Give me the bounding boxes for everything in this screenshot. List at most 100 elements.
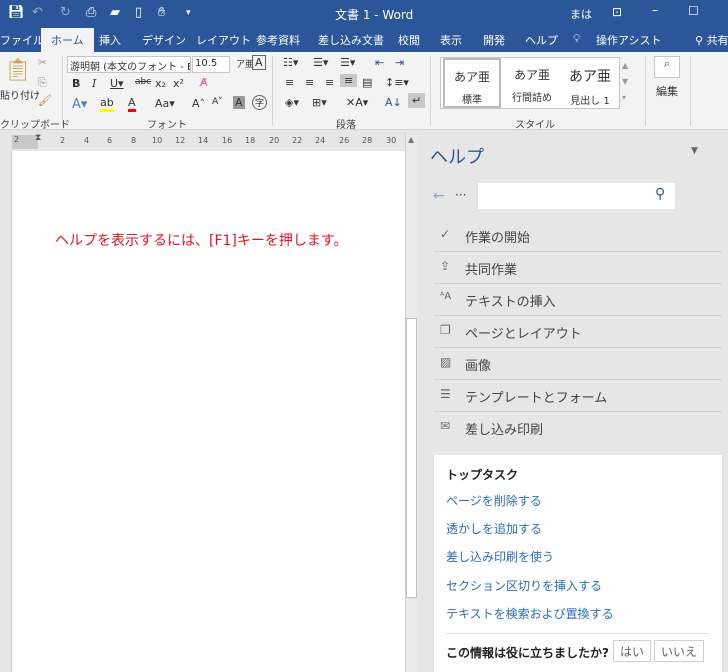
search-icon[interactable]: ⚲ bbox=[655, 186, 665, 202]
task-link[interactable]: テキストを検索および置換する bbox=[446, 605, 614, 622]
styles-scroll[interactable]: ▲ ▼ ▾ bbox=[622, 58, 628, 106]
help-search-input[interactable] bbox=[478, 183, 675, 209]
bullets-icon[interactable]: ☷▾ bbox=[283, 56, 298, 69]
paste-icon[interactable]: 📋︎ bbox=[4, 58, 32, 83]
scrollbar-thumb[interactable] bbox=[406, 318, 417, 598]
align-right-icon[interactable]: ≡ bbox=[325, 76, 334, 89]
style-normal[interactable]: あア亜 標準 bbox=[443, 58, 501, 108]
feedback-no-button[interactable]: いいえ bbox=[654, 640, 705, 662]
scroll-up-icon[interactable]: ▲ bbox=[408, 135, 414, 144]
numbering-icon[interactable]: ☰▾ bbox=[313, 56, 328, 69]
shrink-font-icon[interactable]: A˅ bbox=[212, 97, 223, 107]
change-case-icon[interactable]: Aa▾ bbox=[155, 97, 175, 110]
tab-layout[interactable]: レイアウト bbox=[196, 32, 251, 48]
tab-help[interactable]: ヘルプ bbox=[525, 32, 558, 48]
horizontal-ruler[interactable]: 2 2 4 6 8 10 12 14 16 18 20 22 24 26 28 … bbox=[0, 133, 405, 151]
superscript-icon[interactable]: x² bbox=[173, 77, 184, 90]
justify-icon[interactable]: ≡ bbox=[340, 74, 358, 87]
help-item-getting-started[interactable]: ✓ 作業の開始 bbox=[434, 220, 722, 252]
help-item-collaborate[interactable]: ⇪ 共同作業 bbox=[434, 252, 722, 284]
bold-icon[interactable]: B bbox=[72, 77, 80, 90]
distributed-icon[interactable]: ▤ bbox=[362, 76, 372, 89]
tab-review[interactable]: 校閲 bbox=[398, 32, 420, 48]
multilevel-list-icon[interactable]: ☰▾ bbox=[340, 56, 355, 69]
vertical-ruler[interactable] bbox=[0, 151, 12, 672]
format-painter-icon[interactable]: 🖌︎ bbox=[38, 94, 52, 107]
ribbon-display-icon[interactable]: ⊡ bbox=[612, 5, 622, 19]
underline-icon[interactable]: U▾ bbox=[110, 77, 124, 90]
task-link[interactable]: 差し込み印刷を使う bbox=[446, 548, 554, 565]
font-color-icon[interactable]: A bbox=[128, 96, 136, 112]
styles-gallery: あア亜 標準 あア亜 行間詰め あア亜 見出し 1 bbox=[440, 57, 620, 109]
task-link[interactable]: ページを削除する bbox=[446, 492, 542, 509]
font-name-combo[interactable]: 游明朝 (本文のフォント - E bbox=[67, 56, 191, 73]
undo-icon[interactable]: ↶ bbox=[32, 5, 43, 20]
open-icon[interactable]: ▰ bbox=[110, 5, 120, 20]
char-border-icon[interactable]: A bbox=[252, 55, 266, 70]
help-item-images[interactable]: ▨ 画像 bbox=[434, 348, 722, 380]
back-arrow-icon[interactable]: ← bbox=[433, 188, 445, 204]
subscript-icon[interactable]: x₂ bbox=[155, 77, 166, 90]
style-heading-1[interactable]: あア亜 見出し 1 bbox=[561, 58, 619, 108]
feedback-yes-button[interactable]: はい bbox=[613, 640, 652, 662]
increase-indent-icon[interactable]: ⇥ bbox=[395, 56, 404, 69]
copy-icon[interactable]: ⎘ bbox=[38, 76, 47, 90]
strikethrough-icon[interactable]: abc bbox=[135, 77, 151, 87]
tab-references[interactable]: 参考資料 bbox=[256, 32, 300, 48]
user-name[interactable]: まは bbox=[570, 6, 592, 22]
paste-button[interactable]: 貼り付け bbox=[0, 87, 40, 102]
help-item-label: 作業の開始 bbox=[465, 231, 531, 246]
tab-file[interactable]: ファイル bbox=[0, 32, 44, 48]
enclose-char-icon[interactable]: 字 bbox=[252, 95, 268, 110]
save-icon[interactable]: 💾︎ bbox=[8, 5, 25, 20]
help-item-templates[interactable]: ☰ テンプレートとフォーム bbox=[434, 380, 722, 412]
style-name: 見出し 1 bbox=[570, 96, 610, 107]
more-icon[interactable]: ··· bbox=[455, 188, 466, 202]
new-icon[interactable]: ▯ bbox=[135, 5, 142, 20]
shading-icon[interactable]: ◈▾ bbox=[285, 96, 299, 109]
align-center-icon[interactable]: ≡ bbox=[305, 76, 314, 89]
cut-icon[interactable]: ✂ bbox=[38, 56, 47, 69]
minimize-icon[interactable]: – bbox=[652, 3, 659, 18]
tab-mailings[interactable]: 差し込み文書 bbox=[318, 32, 384, 48]
search-icon[interactable]: ⌕ bbox=[654, 56, 680, 78]
line-spacing-icon[interactable]: ↕≡▾ bbox=[385, 76, 409, 89]
align-left-icon[interactable]: ≡ bbox=[285, 76, 294, 89]
char-shading-icon[interactable]: A bbox=[233, 96, 245, 109]
pane-options-icon[interactable]: ▼ bbox=[691, 146, 698, 156]
sort-icon[interactable]: A↓ bbox=[385, 96, 402, 109]
show-marks-icon[interactable]: ↵ bbox=[408, 93, 426, 108]
text-effects-icon[interactable]: A▾ bbox=[72, 97, 87, 112]
touch-mode-icon[interactable]: ✋︎ bbox=[158, 5, 165, 20]
tell-me-input[interactable]: 操作アシスト bbox=[596, 32, 662, 48]
borders-icon[interactable]: ⊞▾ bbox=[312, 96, 327, 109]
redo-icon[interactable]: ↻ bbox=[60, 5, 71, 20]
customize-icon[interactable]: ▾ bbox=[186, 8, 191, 18]
style-no-spacing[interactable]: あア亜 行間詰め bbox=[503, 58, 561, 108]
document-text[interactable]: ヘルプを表示するには、[F1]キーを押します。 bbox=[55, 230, 347, 250]
tab-developer[interactable]: 開発 bbox=[483, 32, 505, 48]
print-preview-icon[interactable]: ⎙ bbox=[86, 5, 96, 20]
tab-insert[interactable]: 挿入 bbox=[99, 32, 121, 48]
indent-marker[interactable]: ⧗ bbox=[35, 133, 41, 143]
decrease-indent-icon[interactable]: ⇤ bbox=[375, 56, 384, 69]
clear-format-icon[interactable]: A̸ bbox=[200, 76, 208, 89]
grow-font-icon[interactable]: A˄ bbox=[192, 97, 205, 110]
tab-home[interactable]: ホーム bbox=[41, 28, 94, 52]
share-button[interactable]: ⚲ 共有 bbox=[695, 32, 728, 48]
editing-button[interactable]: 編集 bbox=[656, 83, 678, 99]
help-item-insert-text[interactable]: ᴬA テキストの挿入 bbox=[434, 284, 722, 316]
font-size-combo[interactable]: 10.5 bbox=[192, 56, 230, 73]
task-link[interactable]: 透かしを追加する bbox=[446, 520, 542, 537]
maximize-icon[interactable]: ☐ bbox=[688, 4, 699, 18]
help-item-mail-merge[interactable]: ✉ 差し込み印刷 bbox=[434, 412, 722, 444]
share-label: 共有 bbox=[706, 34, 728, 47]
help-item-page-layout[interactable]: ❐ ページとレイアウト bbox=[434, 316, 722, 348]
italic-icon[interactable]: I bbox=[92, 77, 96, 90]
style-name: 標準 bbox=[462, 95, 482, 106]
tab-view[interactable]: 表示 bbox=[440, 32, 462, 48]
asian-layout-icon[interactable]: ✕A▾ bbox=[346, 96, 368, 109]
task-link[interactable]: セクション区切りを挿入する bbox=[446, 577, 602, 594]
tab-design[interactable]: デザイン bbox=[142, 32, 186, 48]
highlight-icon[interactable]: ab bbox=[100, 96, 114, 112]
